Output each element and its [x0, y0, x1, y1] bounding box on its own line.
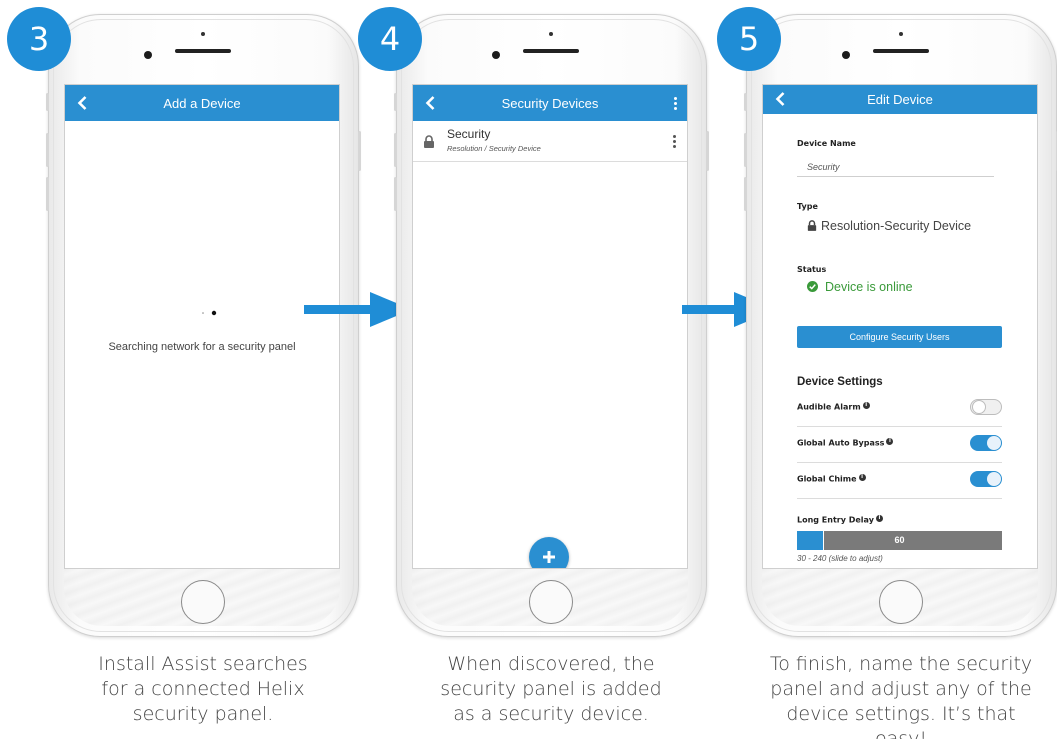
global-chime-toggle[interactable]	[970, 471, 1002, 487]
page-title: Edit Device	[867, 92, 933, 107]
setting-audible-alarm: Audible Alarm i	[797, 391, 1002, 427]
info-icon[interactable]: i	[886, 438, 894, 445]
setting-label: Global Chime i	[797, 474, 866, 484]
earpiece-speaker	[873, 49, 929, 53]
page-title: Add a Device	[163, 95, 241, 111]
setting-label: Audible Alarm i	[797, 402, 870, 412]
phone-volume-down-button	[394, 177, 397, 211]
front-camera	[492, 51, 500, 59]
audible-alarm-toggle[interactable]	[970, 399, 1002, 415]
phone-step-4: Security Devices Security Resolution / S…	[394, 14, 709, 637]
loading-spinner-icon	[202, 310, 217, 316]
front-camera	[842, 51, 850, 59]
phone-volume-up-button	[46, 133, 49, 167]
app-bar: Security Devices	[413, 85, 687, 121]
phone-volume-up-button	[394, 133, 397, 167]
step-badge-3: 3	[7, 7, 71, 71]
phone-power-button	[706, 131, 709, 171]
kebab-menu-icon[interactable]	[671, 95, 679, 111]
page-title: Security Devices	[501, 95, 599, 111]
setting-label: Global Auto Bypass i	[797, 438, 894, 448]
app-bar: Add a Device	[65, 85, 339, 121]
back-arrow-icon[interactable]	[73, 93, 93, 113]
global-auto-bypass-toggle[interactable]	[970, 435, 1002, 451]
phone-side-button	[744, 93, 747, 111]
home-button[interactable]	[529, 580, 573, 624]
step-5-caption: To finish, name the security panel and a…	[769, 653, 1033, 739]
device-name-field[interactable]: Security	[807, 162, 840, 172]
earpiece-speaker	[175, 49, 231, 53]
device-name: Security	[447, 127, 491, 141]
screen-edit-device: Edit Device Device Name Security Type Re…	[762, 84, 1038, 569]
lock-icon	[807, 220, 817, 231]
phone-volume-down-button	[744, 177, 747, 211]
proximity-sensor	[899, 32, 903, 36]
info-icon[interactable]: i	[862, 402, 870, 409]
back-arrow-icon[interactable]	[771, 89, 791, 109]
lock-icon	[424, 135, 434, 148]
kebab-menu-icon[interactable]	[671, 133, 677, 149]
step-badge-5: 5	[717, 7, 781, 71]
check-circle-icon	[807, 281, 818, 292]
setting-global-chime: Global Chime i	[797, 463, 1002, 499]
phone-side-button	[394, 93, 397, 111]
proximity-sensor	[549, 32, 553, 36]
add-device-button[interactable]	[529, 537, 569, 568]
phone-volume-up-button	[744, 133, 747, 167]
step-badge-4: 4	[358, 7, 422, 71]
phone-volume-down-button	[46, 177, 49, 211]
proximity-sensor	[201, 32, 205, 36]
device-name-label: Device Name	[797, 139, 856, 148]
long-entry-delay-slider[interactable]: 60	[797, 531, 1002, 550]
info-icon[interactable]: i	[858, 474, 866, 481]
app-bar: Edit Device	[763, 85, 1037, 114]
back-arrow-icon[interactable]	[421, 93, 441, 113]
list-item-device[interactable]: Security Resolution / Security Device	[413, 121, 687, 162]
home-button[interactable]	[181, 580, 225, 624]
device-name-underline	[797, 176, 994, 177]
home-button[interactable]	[879, 580, 923, 624]
earpiece-speaker	[523, 49, 579, 53]
phone-step-5: Edit Device Device Name Security Type Re…	[744, 14, 1057, 637]
device-subtitle: Resolution / Security Device	[447, 144, 541, 153]
long-entry-delay-label: Long Entry Delay i	[797, 515, 883, 525]
slider-value: 60	[894, 535, 905, 545]
step-4-caption: When discovered, the security panel is a…	[440, 653, 662, 725]
type-label: Type	[797, 202, 818, 211]
screen-security-devices: Security Devices Security Resolution / S…	[412, 84, 688, 569]
front-camera	[144, 51, 152, 59]
info-icon[interactable]: i	[875, 515, 883, 522]
status-value: Device is online	[825, 280, 913, 294]
search-status-text: Searching network for a security panel	[108, 341, 296, 353]
plus-icon	[543, 551, 555, 563]
phone-side-button	[46, 93, 49, 111]
slider-hint: 30 - 240 (slide to adjust)	[797, 554, 883, 563]
status-label: Status	[797, 265, 827, 274]
configure-security-users-button[interactable]: Configure Security Users	[797, 326, 1002, 348]
setting-global-auto-bypass: Global Auto Bypass i	[797, 427, 1002, 463]
screen-add-device: Add a Device Searching network for a sec…	[64, 84, 340, 569]
type-value: Resolution-Security Device	[821, 219, 972, 233]
device-settings-title: Device Settings	[797, 376, 883, 388]
phone-power-button	[358, 131, 361, 171]
step-3-caption: Install Assist searches for a connected …	[98, 653, 308, 725]
